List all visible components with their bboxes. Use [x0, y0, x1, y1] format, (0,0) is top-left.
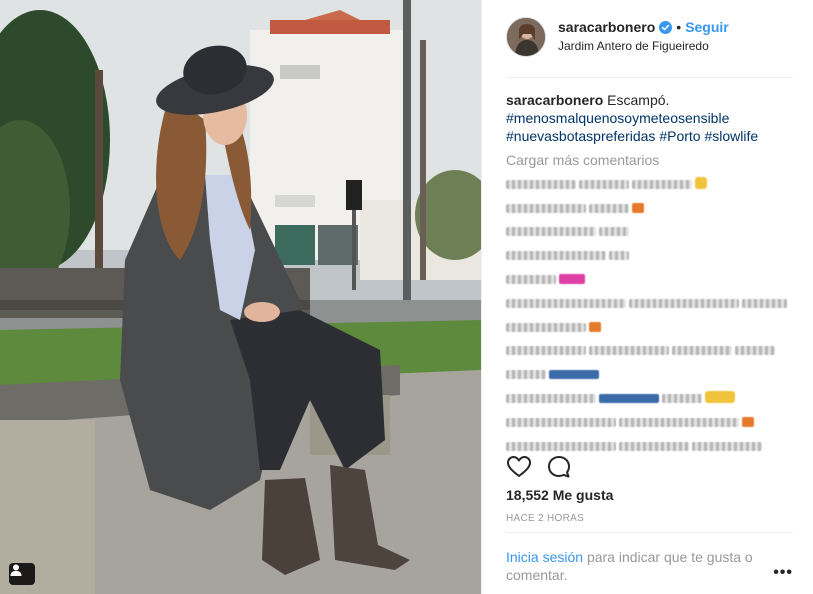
caption-text: Escampó. — [607, 92, 670, 108]
login-link[interactable]: Inicia sesión — [506, 549, 583, 565]
blurred-comment — [506, 175, 793, 193]
blurred-comment — [506, 341, 793, 359]
more-options-icon[interactable]: ••• — [773, 564, 793, 582]
user-tag-icon — [10, 564, 22, 576]
hashtag-link[interactable]: #slowlife — [704, 128, 758, 144]
verified-badge-icon — [659, 20, 673, 34]
heart-icon[interactable] — [506, 454, 532, 480]
comment-bubble-icon[interactable] — [546, 454, 572, 480]
hashtag-link[interactable]: #nuevasbotaspreferidas — [506, 128, 655, 144]
header-text: saracarbonero • Seguir Jardim Antero de … — [558, 17, 729, 53]
hashtag-link[interactable]: #menosmalquenosoymeteosensible — [506, 110, 729, 126]
blurred-comment — [506, 270, 793, 288]
post-side-panel: saracarbonero • Seguir Jardim Antero de … — [481, 0, 813, 594]
login-prompt: Inicia sesión para indicar que te gusta … — [506, 548, 756, 584]
avatar[interactable] — [506, 17, 546, 57]
post-photo[interactable] — [0, 0, 481, 594]
caption: saracarbonero Escampó. #menosmalquenosoy… — [506, 91, 793, 145]
blurred-comment — [506, 246, 793, 264]
comments-section: saracarbonero Escampó. #menosmalquenosoy… — [506, 91, 793, 455]
header-line: saracarbonero • Seguir — [558, 19, 729, 35]
blurred-comment — [506, 318, 793, 336]
blurred-comment — [506, 365, 793, 383]
footer-divider — [506, 532, 793, 533]
blurred-comment — [506, 294, 793, 312]
post-timestamp: HACE 2 HORAS — [506, 513, 585, 524]
action-bar — [506, 454, 572, 480]
header-divider — [506, 77, 793, 78]
blurred-comment — [506, 199, 793, 217]
blurred-comment — [506, 437, 793, 455]
follow-button[interactable]: Seguir — [685, 19, 729, 35]
location-link[interactable]: Jardim Antero de Figueiredo — [558, 39, 729, 53]
instagram-post: saracarbonero • Seguir Jardim Antero de … — [0, 0, 813, 594]
username-link[interactable]: saracarbonero — [558, 19, 655, 35]
post-header: saracarbonero • Seguir Jardim Antero de … — [482, 0, 813, 78]
blurred-comment — [506, 222, 793, 240]
avatar-image — [507, 18, 545, 56]
load-more-comments-button[interactable]: Cargar más comentarios — [506, 151, 793, 169]
user-tag-button[interactable] — [9, 563, 35, 585]
separator-dot: • — [676, 19, 682, 35]
hashtag-link[interactable]: #Porto — [659, 128, 700, 144]
blurred-comment — [506, 389, 793, 407]
blurred-comment — [506, 413, 793, 431]
photo-scene — [0, 0, 481, 594]
like-count[interactable]: 18,552 Me gusta — [506, 487, 613, 503]
caption-username[interactable]: saracarbonero — [506, 92, 603, 108]
